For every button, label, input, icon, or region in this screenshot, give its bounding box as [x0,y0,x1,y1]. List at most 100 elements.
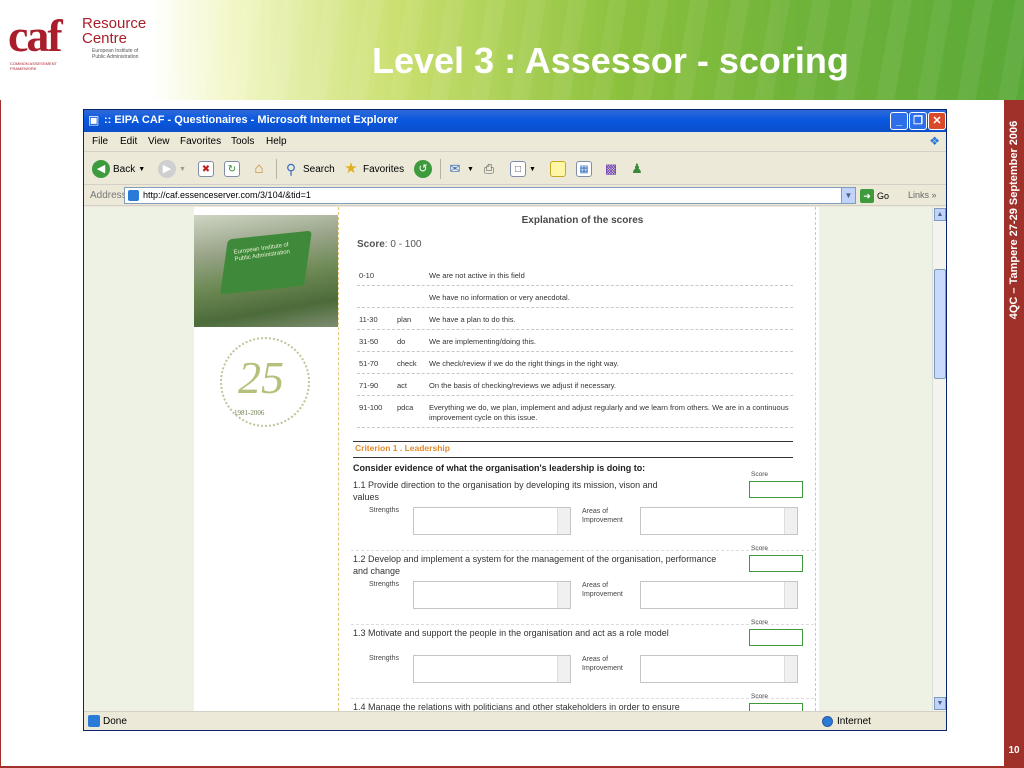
improvement-textarea[interactable] [640,581,798,609]
favorites-label: Favorites [363,163,405,175]
address-dropdown-icon[interactable]: ▼ [841,188,855,203]
forward-button[interactable]: ▶ ▼ [158,159,186,179]
people-button[interactable]: ♟ [628,159,646,179]
home-button[interactable]: ⌂ [250,159,268,179]
score-row-phase: act [397,381,408,390]
refresh-button[interactable]: ↻ [224,159,240,179]
address-input[interactable]: http://caf.essenceserver.com/3/104/&tid=… [124,187,856,204]
logo-resource-centre: Resource Centre [82,16,146,46]
discuss-icon [550,161,566,177]
menu-file[interactable]: File [92,136,108,147]
score-row-text: We check/review if we do the right thing… [429,359,619,368]
edit-button[interactable]: □ ▼ [510,159,536,179]
logo-tagline: COMMON ASSESSMENT FRAMEWORK [10,61,57,71]
print-icon: ⎙ [483,161,495,176]
score-row-text: We have a plan to do this. [429,315,516,324]
textarea-scrollbar[interactable] [784,508,797,534]
slide-title: Level 3 : Assessor - scoring [372,40,849,81]
search-button[interactable]: ⚲ Search [282,159,335,179]
areas-of-improvement-label: Areas of Improvement [582,508,623,524]
eipa-photo-panel: European Institute of Public Administrat… [194,207,338,711]
score-row: 91-100 pdca Everything we do, we plan, i… [357,396,793,428]
toolbar-separator [276,159,277,179]
textarea-scrollbar[interactable] [557,508,570,534]
improvement-textarea[interactable] [640,507,798,535]
score-row: 31-50 do We are implementing/doing this. [357,330,793,352]
vertical-scrollbar[interactable]: ▲ ▼ [932,207,946,711]
score-row-range: 11-30 [359,315,378,324]
emblem-years: 1981-2006 [234,409,265,417]
close-button[interactable]: ✕ [928,112,946,130]
address-label: Address [90,190,127,201]
minimize-button[interactable]: _ [890,112,908,130]
score-row-text: Everything we do, we plan, implement and… [429,403,789,422]
messenger-button[interactable]: ▩ [602,159,620,179]
menu-view[interactable]: View [148,136,170,147]
strengths-label: Strengths [369,581,399,588]
research-button[interactable]: ▦ [576,159,592,179]
scrollbar-thumb[interactable] [934,269,946,379]
refresh-icon: ↻ [224,161,240,177]
go-label: Go [877,191,890,201]
go-button[interactable]: ➜ Go [860,188,889,204]
textarea-scrollbar[interactable] [784,582,797,608]
mail-button[interactable]: ✉ ▼ [446,159,474,179]
menu-help[interactable]: Help [266,136,287,147]
subcriterion-item: 1.4 Manage the relations with politician… [351,693,814,711]
eipa-building-photo: European Institute of Public Administrat… [194,215,338,327]
improvement-textarea[interactable] [640,655,798,683]
score-input[interactable] [749,703,803,711]
score-row: 0-10 We are not active in this field [357,264,793,286]
search-icon: ⚲ [285,161,297,177]
sidebar-caption: 4QC – Tampere 27-29 September 2006 [1004,100,1024,340]
menu-favorites[interactable]: Favorites [180,136,221,147]
print-button[interactable]: ⎙ [480,159,498,179]
favorites-button[interactable]: ★ Favorites [342,159,404,179]
score-field-label: Score [751,471,768,478]
score-row: 71-90 act On the basis of checking/revie… [357,374,793,396]
links-button[interactable]: Links » [908,190,937,200]
strengths-textarea[interactable] [413,581,571,609]
menu-tools[interactable]: Tools [231,136,254,147]
window-titlebar[interactable]: ▣ :: EIPA CAF - Questionaires - Microsof… [84,110,946,132]
strengths-textarea[interactable] [413,655,571,683]
mail-icon: ✉ [449,161,461,176]
score-input[interactable] [749,481,803,498]
score-input[interactable] [749,555,803,572]
subcriterion-text: 1.4 Manage the relations with politician… [353,702,680,711]
score-row-text: We are implementing/doing this. [429,337,536,346]
history-button[interactable]: ↺ [414,159,432,179]
people-icon: ♟ [631,161,643,176]
back-label: Back [113,163,136,175]
score-row-range: 0-10 [359,271,375,280]
status-text: Done [103,716,127,727]
slide: caf Resource Centre European Institute o… [0,0,1024,768]
scroll-up-icon[interactable]: ▲ [934,208,946,221]
questionnaire-content: Explanation of the scores Score: 0 - 100… [351,207,814,711]
score-row-phase: plan [397,315,412,324]
standard-toolbar: ◀ Back ▼ ▶ ▼ ✖ ↻ ⌂ ⚲ Search ★ Favorites … [84,153,946,185]
strengths-label: Strengths [369,507,399,514]
textarea-scrollbar[interactable] [557,582,570,608]
score-range: Score: 0 - 100 [357,239,422,250]
search-label: Search [303,163,335,175]
menu-edit[interactable]: Edit [120,136,137,147]
score-input[interactable] [749,629,803,646]
textarea-scrollbar[interactable] [557,656,570,682]
criterion-divider-top [353,441,793,442]
stop-icon: ✖ [198,161,214,177]
scroll-down-icon[interactable]: ▼ [934,697,946,710]
status-bar: Done Internet [84,711,946,730]
strengths-textarea[interactable] [413,507,571,535]
stop-button[interactable]: ✖ [198,159,214,179]
score-field-label: Score [751,545,768,552]
discuss-button[interactable] [550,159,566,179]
page-viewport: European Institute of Public Administrat… [84,207,932,711]
back-button[interactable]: ◀ Back ▼ [92,159,145,179]
maximize-button[interactable]: ❐ [909,112,927,130]
score-row-range: 91-100 [359,403,383,412]
score-row-text: On the basis of checking/reviews we adju… [429,381,617,390]
mail-dropdown-icon: ▼ [467,165,474,173]
textarea-scrollbar[interactable] [784,656,797,682]
internet-globe-icon [822,716,833,727]
